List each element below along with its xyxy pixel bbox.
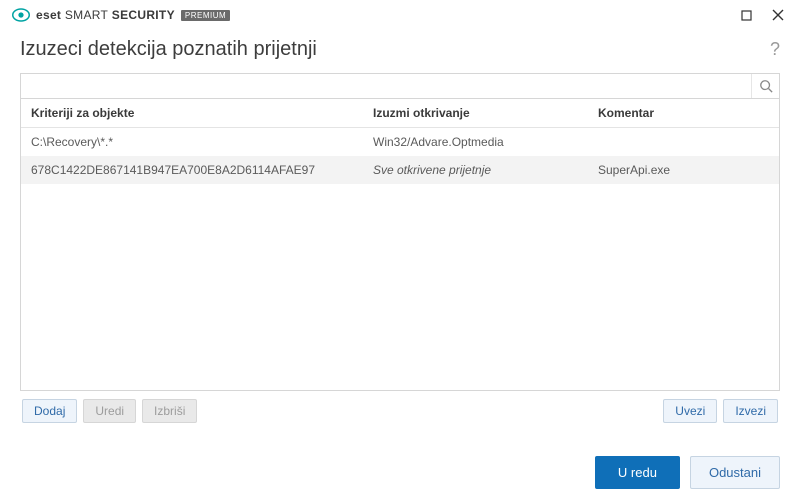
table-body: C:\Recovery\*.*Win32/Advare.Optmedia678C…: [21, 128, 779, 390]
page-title: Izuzeci detekcija poznatih prijetnji: [20, 38, 317, 61]
delete-button[interactable]: Izbriši: [142, 399, 197, 423]
table-actions: Dodaj Uredi Izbriši Uvezi Izvezi: [20, 391, 780, 431]
edit-button[interactable]: Uredi: [83, 399, 136, 423]
add-button[interactable]: Dodaj: [22, 399, 77, 423]
import-button[interactable]: Uvezi: [663, 399, 717, 423]
cell-criteria: C:\Recovery\*.*: [21, 128, 363, 156]
exclusions-table: Kriteriji za objekte Izuzmi otkrivanje K…: [20, 99, 780, 391]
cancel-button[interactable]: Odustani: [690, 456, 780, 489]
export-button[interactable]: Izvezi: [723, 399, 778, 423]
brand-text: eset SMART SECURITY: [36, 8, 175, 22]
ok-button[interactable]: U redu: [595, 456, 680, 489]
maximize-button[interactable]: [732, 4, 760, 26]
column-criteria[interactable]: Kriteriji za objekte: [21, 99, 363, 127]
dialog-footer: U redu Odustani: [0, 444, 800, 500]
brand-name-1: SMART: [65, 8, 108, 22]
column-comment[interactable]: Komentar: [588, 99, 779, 127]
table-row[interactable]: 678C1422DE867141B947EA700E8A2D6114AFAE97…: [21, 156, 779, 184]
titlebar: eset SMART SECURITY PREMIUM: [0, 0, 800, 30]
dialog-header: Izuzeci detekcija poznatih prijetnji ?: [0, 30, 800, 73]
column-exclude[interactable]: Izuzmi otkrivanje: [363, 99, 588, 127]
help-icon[interactable]: ?: [770, 39, 780, 60]
table-row[interactable]: C:\Recovery\*.*Win32/Advare.Optmedia: [21, 128, 779, 156]
search-bar: [20, 73, 780, 99]
cell-exclude: Win32/Advare.Optmedia: [363, 128, 588, 156]
brand-logo-icon: [12, 6, 30, 24]
cell-exclude: Sve otkrivene prijetnje: [363, 156, 588, 184]
cell-comment: [588, 128, 779, 156]
cell-criteria: 678C1422DE867141B947EA700E8A2D6114AFAE97: [21, 156, 363, 184]
window-controls: [732, 4, 792, 26]
close-button[interactable]: [764, 4, 792, 26]
search-icon[interactable]: [751, 74, 779, 98]
brand-company: eset: [36, 8, 61, 22]
table-header: Kriteriji za objekte Izuzmi otkrivanje K…: [21, 99, 779, 128]
search-input[interactable]: [21, 74, 751, 98]
cell-comment: SuperApi.exe: [588, 156, 779, 184]
brand-name-2: SECURITY: [112, 8, 175, 22]
brand: eset SMART SECURITY PREMIUM: [12, 6, 230, 24]
brand-badge: PREMIUM: [181, 10, 230, 21]
